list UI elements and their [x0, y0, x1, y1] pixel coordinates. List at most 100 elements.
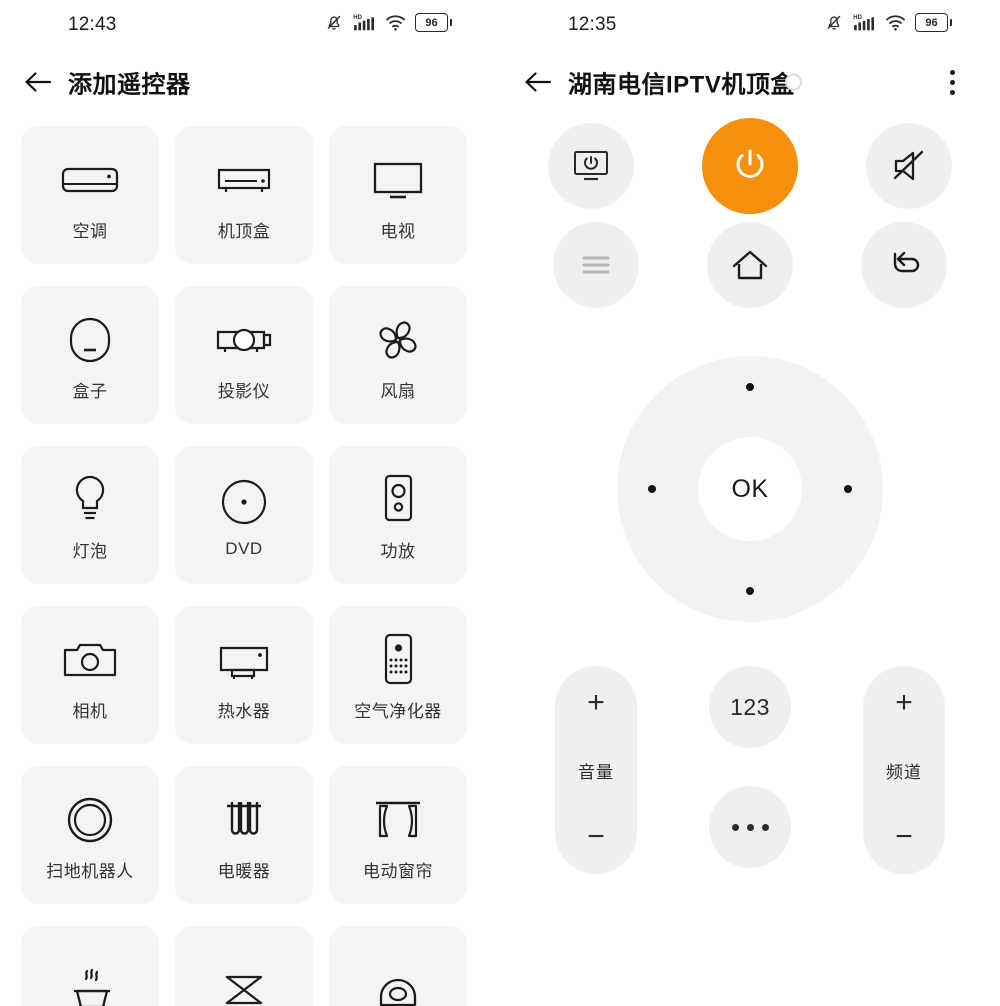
wifi-icon	[886, 15, 905, 31]
more-vertical-icon[interactable]	[936, 64, 968, 100]
hd-signal-icon: HD	[853, 15, 874, 31]
light-bulb-icon	[67, 469, 113, 531]
volume-label: 音量	[578, 762, 614, 782]
dpad-wrapper: OK	[500, 356, 1000, 622]
more-dots-icon	[731, 823, 769, 831]
channel-control[interactable]: + 频道 −	[863, 666, 945, 874]
status-icons: HD 96	[824, 13, 952, 32]
hd-signal-icon: HD	[353, 15, 374, 31]
box-icon	[63, 309, 117, 371]
device-card-air-purifier[interactable]: 空气净化器	[329, 606, 467, 744]
back-button[interactable]	[520, 64, 556, 100]
dot	[949, 79, 955, 85]
radiator-heater-icon	[219, 789, 269, 851]
status-bar-left: 12:43 HD 96	[0, 0, 500, 46]
dot	[746, 823, 754, 831]
dvd-disc-icon	[217, 471, 271, 533]
status-bar-right: 12:35 HD 96	[500, 0, 1000, 46]
device-label: 电暖器	[217, 861, 271, 881]
volume-down-button[interactable]: −	[587, 822, 605, 852]
device-label: DVD	[225, 539, 263, 558]
ok-button[interactable]: OK	[698, 437, 802, 541]
device-card-box[interactable]: 盒子	[21, 286, 159, 424]
svg-text:HD: HD	[853, 15, 862, 21]
tv-power-button[interactable]	[548, 123, 634, 209]
menu-button[interactable]	[553, 222, 639, 308]
remote-bottom-row: + 音量 − 123 + 频道 −	[500, 666, 1000, 874]
amplifier-icon	[376, 469, 420, 531]
device-label: 电动窗帘	[363, 861, 433, 881]
device-card-camera[interactable]: 相机	[21, 606, 159, 744]
device-label: 灯泡	[72, 541, 108, 561]
more-button[interactable]	[709, 786, 791, 868]
back-arrow-icon	[525, 72, 552, 92]
device-card-tv[interactable]: 电视	[329, 126, 467, 264]
remote-button-row-2	[500, 222, 1000, 308]
device-card-vacuum[interactable]	[329, 926, 467, 1006]
add-remote-screen: 12:43 HD 96 添加遥控器 空调 机顶盒 电视 盒子 投影仪 风扇 灯泡…	[0, 0, 500, 1006]
app-bar-right: 湖南电信IPTV机顶盒	[500, 46, 1000, 118]
home-button[interactable]	[707, 222, 793, 308]
device-card-robot-vacuum[interactable]: 扫地机器人	[21, 766, 159, 904]
device-label: 盒子	[72, 381, 108, 401]
status-icons: HD 96	[324, 13, 452, 32]
numpad-button[interactable]: 123	[709, 666, 791, 748]
dpad[interactable]: OK	[617, 356, 883, 622]
volume-up-button[interactable]: +	[587, 688, 605, 718]
mute-button[interactable]	[866, 123, 952, 209]
camera-icon	[61, 629, 119, 691]
device-type-grid: 空调 机顶盒 电视 盒子 投影仪 风扇 灯泡 DVD 功放 相机 热水器 空气净…	[21, 126, 479, 1006]
volume-control[interactable]: + 音量 −	[555, 666, 637, 874]
remote-title: 湖南电信IPTV机顶盒	[568, 71, 795, 99]
battery-cap	[949, 19, 952, 26]
device-card-range-hood[interactable]	[175, 926, 313, 1006]
bell-mute-icon	[327, 15, 341, 30]
device-label: 投影仪	[217, 381, 271, 401]
device-card-electric-curtain[interactable]: 电动窗帘	[329, 766, 467, 904]
electric-curtain-icon	[371, 789, 425, 851]
back-arrow-icon	[25, 72, 52, 92]
device-card-dvd[interactable]: DVD	[175, 446, 313, 584]
device-card-radiator-heater[interactable]: 电暖器	[175, 766, 313, 904]
return-button[interactable]	[861, 222, 947, 308]
projector-icon	[213, 309, 275, 371]
battery-icon: 96	[915, 13, 952, 32]
return-icon	[893, 251, 920, 273]
dual-screenshot-container: 12:43 HD 96 添加遥控器 空调 机顶盒 电视 盒子 投影仪 风扇 灯泡…	[0, 0, 1000, 1006]
channel-down-button[interactable]: −	[895, 822, 913, 852]
bell-mute-icon	[827, 15, 841, 30]
dpad-up-button[interactable]	[746, 383, 754, 391]
device-card-set-top-box[interactable]: 机顶盒	[175, 126, 313, 264]
device-card-projector[interactable]: 投影仪	[175, 286, 313, 424]
air-conditioner-icon	[59, 149, 121, 211]
back-button[interactable]	[20, 64, 56, 100]
dpad-right-button[interactable]	[844, 485, 852, 493]
power-icon	[736, 149, 764, 178]
power-button[interactable]	[702, 118, 798, 214]
channel-up-button[interactable]: +	[895, 688, 913, 718]
remote-panel: OK + 音量 − 123 + 频道 −	[500, 118, 1000, 874]
remote-control-screen: 12:35 HD 96 湖南电信IPTV机顶盒 OK + 音量 − 123 + …	[500, 0, 1000, 1006]
device-label: 热水器	[217, 701, 271, 721]
menu-icon	[582, 256, 610, 274]
device-card-water-heater[interactable]: 热水器	[175, 606, 313, 744]
status-time: 12:35	[568, 14, 617, 35]
battery-level: 96	[915, 13, 948, 32]
dpad-down-button[interactable]	[746, 587, 754, 595]
vacuum-icon	[371, 961, 425, 1006]
device-label: 相机	[72, 701, 108, 721]
fan-icon	[370, 309, 426, 371]
device-card-rice-cooker[interactable]	[21, 926, 159, 1006]
device-label: 扫地机器人	[46, 861, 134, 881]
device-card-fan[interactable]: 风扇	[329, 286, 467, 424]
tv-icon	[367, 149, 429, 211]
dpad-left-button[interactable]	[648, 485, 656, 493]
device-card-amplifier[interactable]: 功放	[329, 446, 467, 584]
device-card-light-bulb[interactable]: 灯泡	[21, 446, 159, 584]
air-purifier-icon	[377, 629, 419, 691]
device-card-air-conditioner[interactable]: 空调	[21, 126, 159, 264]
channel-label: 频道	[886, 762, 922, 782]
device-label: 机顶盒	[217, 221, 271, 241]
battery-level: 96	[415, 13, 448, 32]
home-icon	[732, 250, 768, 280]
